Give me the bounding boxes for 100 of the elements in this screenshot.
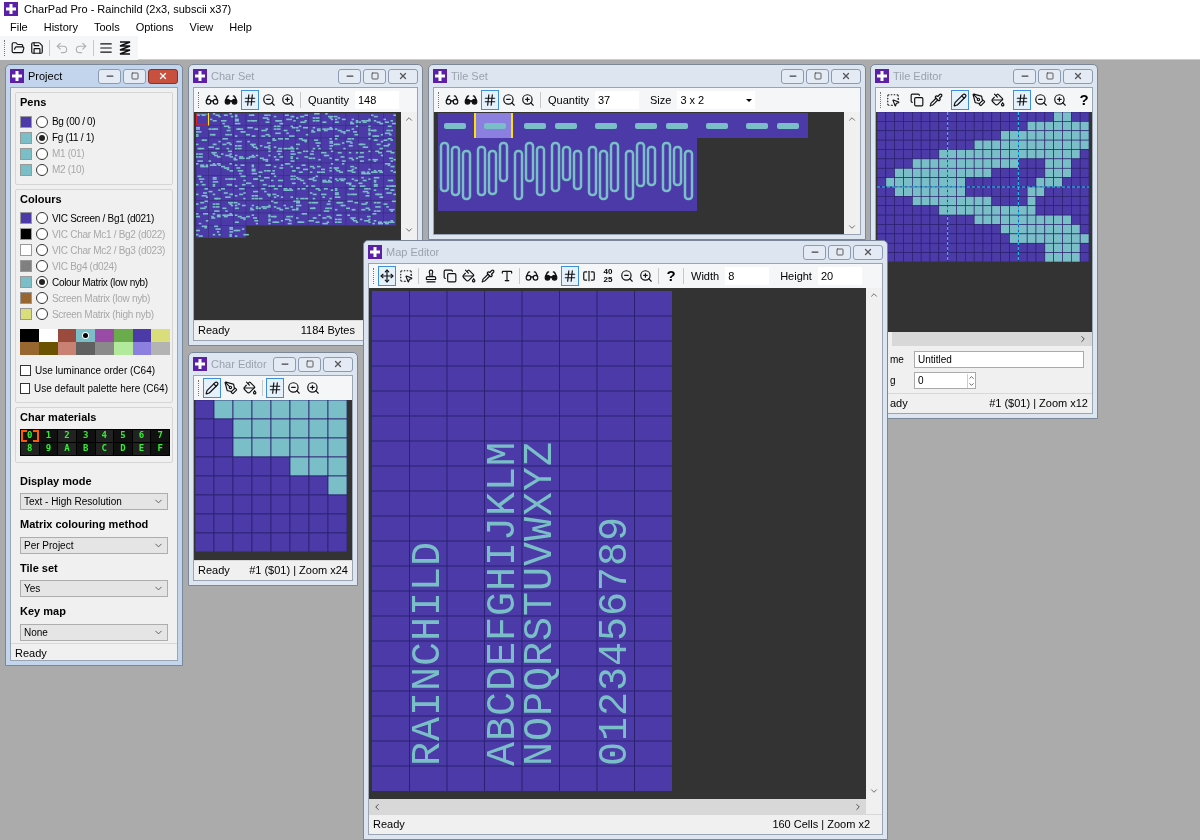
option-checkbox[interactable]: Use luminance order (C64)	[20, 363, 168, 378]
status-text: Ready	[198, 563, 230, 579]
palette-swatch[interactable]	[151, 329, 170, 342]
horizontal-scrollbar[interactable]	[369, 799, 866, 814]
restore-icon	[305, 360, 314, 368]
material-cell[interactable]: 5	[114, 429, 132, 442]
status-info: #1 ($01) | Zoom x24	[249, 563, 348, 579]
select-dropdown[interactable]: None	[20, 623, 168, 641]
pencil-tool[interactable]	[203, 378, 221, 398]
palette-swatch[interactable]	[76, 329, 95, 342]
radio-button[interactable]	[36, 212, 48, 224]
menu-item[interactable]: View	[183, 18, 220, 36]
grid-icon	[483, 93, 497, 107]
option-checkbox[interactable]: Use default palette here (C64)	[20, 381, 168, 396]
material-cell[interactable]: 9	[39, 442, 58, 455]
app-logo-icon	[193, 69, 207, 83]
close-button[interactable]	[1063, 68, 1093, 84]
grid-tool[interactable]	[241, 90, 259, 110]
material-cell[interactable]: 4	[95, 429, 114, 442]
close-button[interactable]	[853, 244, 883, 260]
material-cell[interactable]: 0	[21, 429, 39, 442]
material-cell[interactable]: F	[151, 442, 169, 455]
material-cell[interactable]: 2	[58, 429, 76, 442]
colour-label: Colour Matrix (low nyb)	[52, 275, 148, 290]
palette-swatch[interactable]	[76, 342, 95, 355]
tile-set-drawing[interactable]	[438, 113, 808, 211]
eyedropper-icon	[481, 269, 495, 283]
group-title: Char materials	[20, 410, 98, 425]
menu-item[interactable]: File	[4, 18, 34, 36]
palette-swatch[interactable]	[151, 342, 170, 355]
radio-button[interactable]	[36, 276, 48, 288]
redo-icon	[74, 40, 88, 55]
number-field[interactable]: 37	[594, 91, 639, 109]
grid-tool[interactable]	[481, 90, 499, 110]
grid-tool[interactable]	[266, 378, 284, 398]
material-cell[interactable]: D	[114, 442, 132, 455]
palette-swatch[interactable]	[95, 329, 114, 342]
dropdown-arrow-icon	[746, 98, 753, 102]
radio-button[interactable]	[36, 115, 48, 128]
colour-swatch[interactable]	[20, 131, 32, 144]
map-grid[interactable]: RAINCHILD ABCDEFGHIJKLM NOPQRSTUVWXYZ 0123456789	[372, 291, 672, 791]
select-dropdown[interactable]: Text - High Resolution	[20, 493, 168, 510]
pencil-tool[interactable]	[951, 90, 969, 110]
spin-up-icon[interactable]	[968, 373, 975, 381]
material-cell[interactable]: C	[95, 442, 114, 455]
menu-item[interactable]: Options	[129, 18, 180, 36]
close-button[interactable]	[831, 68, 861, 84]
number-field[interactable]: 148	[354, 91, 399, 109]
help-button[interactable]: ?	[1075, 90, 1092, 110]
colour-swatch[interactable]	[20, 115, 32, 128]
text-icon	[500, 269, 514, 283]
zoom-in-icon	[521, 93, 535, 107]
eyedropper-icon	[929, 93, 943, 107]
help-button[interactable]: ?	[662, 266, 680, 286]
menu-item[interactable]: Help	[223, 18, 258, 36]
radio-button[interactable]	[36, 131, 48, 144]
move-tool[interactable]	[378, 266, 396, 286]
material-cell[interactable]: 1	[39, 429, 58, 442]
palette-swatch[interactable]	[20, 342, 39, 355]
status-text: Ready	[198, 323, 230, 339]
colour-swatch[interactable]	[20, 276, 32, 288]
material-cell[interactable]: 8	[21, 442, 39, 455]
spin-down-icon[interactable]	[968, 380, 975, 388]
field-label: Quantity	[548, 92, 589, 108]
close-button[interactable]	[323, 356, 353, 372]
lines-icon	[99, 40, 113, 55]
size-dropdown[interactable]: 3 x 2	[677, 91, 756, 109]
select-dropdown[interactable]: Yes	[20, 580, 168, 597]
palette-swatch[interactable]	[95, 342, 114, 355]
window-title: Char Editor	[211, 356, 268, 372]
material-cell[interactable]: A	[58, 442, 76, 455]
close-icon	[158, 71, 168, 81]
palette-swatch[interactable]	[20, 329, 39, 342]
grid-tool[interactable]	[1013, 90, 1031, 110]
menu-item[interactable]: History	[37, 18, 84, 36]
number-field[interactable]: 8	[725, 267, 770, 285]
close-button[interactable]	[148, 68, 178, 84]
material-cell[interactable]: E	[132, 442, 151, 455]
horizontal-scrollbar[interactable]	[892, 332, 1092, 346]
char-set-drawing[interactable]	[196, 113, 396, 238]
tile-pixel-grid[interactable]	[877, 112, 1089, 262]
menu-item[interactable]: Tools	[87, 18, 126, 36]
pencil-icon	[205, 381, 219, 395]
scroll-up-icon	[847, 114, 857, 124]
columns-rows-button[interactable]: 40 25	[599, 266, 617, 286]
name-field[interactable]: Untitled	[914, 351, 1084, 368]
selection-pointer-icon	[399, 269, 413, 283]
pen-icon	[972, 93, 986, 107]
number-field[interactable]: 20	[817, 267, 862, 285]
material-cell[interactable]: 6	[132, 429, 151, 442]
zigzag-icon	[117, 39, 133, 56]
material-cell[interactable]: B	[76, 442, 95, 455]
material-cell[interactable]: 7	[151, 429, 169, 442]
select-dropdown[interactable]: Per Project	[20, 536, 168, 554]
material-cell[interactable]: 3	[76, 429, 95, 442]
spin-field[interactable]: 0	[914, 372, 976, 389]
glasses-icon	[464, 93, 478, 107]
grid-tool[interactable]	[561, 266, 579, 286]
close-button[interactable]	[388, 68, 418, 84]
colour-swatch[interactable]	[20, 212, 32, 224]
